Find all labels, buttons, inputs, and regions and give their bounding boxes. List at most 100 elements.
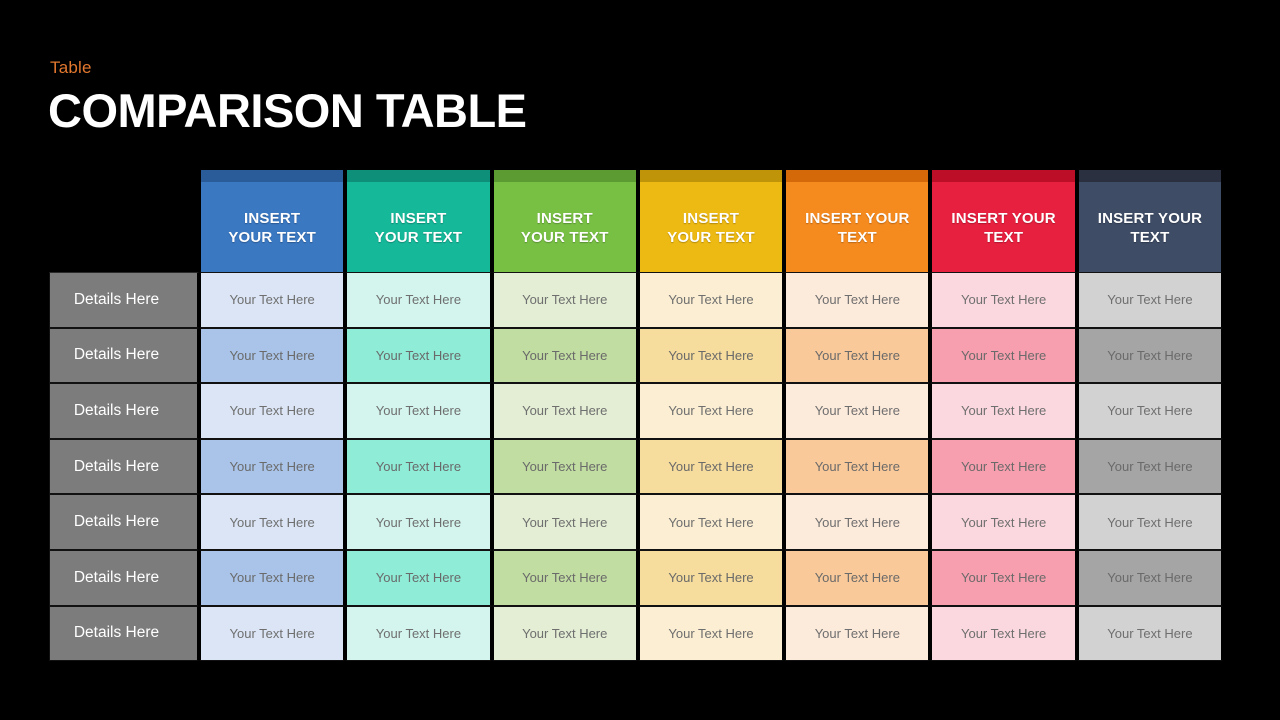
column-header-label-line1: INSERT YOUR xyxy=(1097,210,1203,227)
column-header-accent-bar xyxy=(347,170,490,182)
table-cell[interactable]: Your Text Here xyxy=(1076,605,1224,662)
table-cell[interactable]: Your Text Here xyxy=(784,272,931,328)
table-column-header-4[interactable]: INSERT YOUR TEXT xyxy=(637,170,785,272)
table-cell[interactable]: Your Text Here xyxy=(491,549,638,606)
slide-eyebrow: Table xyxy=(50,58,92,77)
column-header-label-line2: TEXT xyxy=(837,229,877,246)
table-column-header-5[interactable]: INSERT YOUR TEXT xyxy=(784,170,931,272)
table-row: Details Here Your Text Here Your Text Here… xyxy=(49,327,1224,384)
table-cell[interactable]: Your Text Here xyxy=(1076,272,1224,328)
table-cell[interactable]: Your Text Here xyxy=(1076,494,1224,550)
table-cell[interactable]: Your Text Here xyxy=(930,494,1077,550)
table-row: Details Here Your Text Here Your Text Here… xyxy=(49,494,1224,550)
column-header-label: INSERT YOUR TEXT xyxy=(494,195,636,247)
table-cell[interactable]: Your Text Here xyxy=(784,383,931,439)
table-body: Details Here Your Text Here Your Text Here… xyxy=(49,272,1224,662)
table-cell[interactable]: Your Text Here xyxy=(345,383,492,439)
table-cell[interactable]: Your Text Here xyxy=(345,494,492,550)
column-header-label: INSERT YOUR TEXT xyxy=(201,195,343,247)
table-cell[interactable]: Your Text Here xyxy=(199,438,346,495)
column-header-label-line2: YOUR TEXT xyxy=(228,229,316,246)
table-column-header-1[interactable]: INSERT YOUR TEXT xyxy=(199,170,346,272)
row-label-cell[interactable]: Details Here xyxy=(49,494,199,550)
table-column-header-6[interactable]: INSERT YOUR TEXT xyxy=(930,170,1077,272)
column-header-label: INSERT YOUR TEXT xyxy=(347,195,489,247)
table-header: INSERT YOUR TEXT INSERT YOUR TEXT INSERT YOUR… xyxy=(49,170,1224,272)
slide-canvas: Table COMPARISON TABLE INSERT YOUR TEXT IN… xyxy=(0,0,1280,720)
table-column-header-7[interactable]: INSERT YOUR TEXT xyxy=(1076,170,1224,272)
table-column-header-2[interactable]: INSERT YOUR TEXT xyxy=(345,170,492,272)
row-label-cell[interactable]: Details Here xyxy=(49,605,199,662)
table-cell[interactable]: Your Text Here xyxy=(345,549,492,606)
table-cell[interactable]: Your Text Here xyxy=(345,272,492,328)
table-cell[interactable]: Your Text Here xyxy=(930,272,1077,328)
column-header-label-line2: YOUR TEXT xyxy=(374,229,463,246)
table-row: Details Here Your Text Here Your Text Here… xyxy=(49,549,1224,606)
table-cell[interactable]: Your Text Here xyxy=(1076,383,1224,439)
table-cell[interactable]: Your Text Here xyxy=(199,272,346,328)
table-cell[interactable]: Your Text Here xyxy=(345,438,492,495)
table-cell[interactable]: Your Text Here xyxy=(491,272,638,328)
column-header-accent-bar xyxy=(493,170,636,182)
row-label-cell[interactable]: Details Here xyxy=(49,327,199,384)
table-row: Details Here Your Text Here Your Text Here… xyxy=(49,605,1224,662)
table-cell[interactable]: Your Text Here xyxy=(637,605,785,662)
table-cell[interactable]: Your Text Here xyxy=(491,327,638,384)
table-row: Details Here Your Text Here Your Text Here… xyxy=(49,383,1224,439)
table-cell[interactable]: Your Text Here xyxy=(784,494,931,550)
table-cell[interactable]: Your Text Here xyxy=(491,494,638,550)
column-header-accent-bar xyxy=(786,170,929,182)
column-header-label-line2: YOUR TEXT xyxy=(520,229,609,246)
column-header-label-line1: INSERT xyxy=(244,210,301,227)
table-cell[interactable]: Your Text Here xyxy=(491,605,638,662)
table-cell[interactable]: Your Text Here xyxy=(930,438,1077,495)
table-cell[interactable]: Your Text Here xyxy=(930,605,1077,662)
column-header-accent-bar xyxy=(1078,170,1222,182)
table-row: Details Here Your Text Here Your Text Here… xyxy=(49,438,1224,495)
table-cell[interactable]: Your Text Here xyxy=(930,327,1077,384)
page-title: COMPARISON TABLE xyxy=(48,84,527,137)
table-cell[interactable]: Your Text Here xyxy=(1076,549,1224,606)
table-cell[interactable]: Your Text Here xyxy=(637,549,785,606)
column-header-accent-bar xyxy=(201,170,344,182)
table-cell[interactable]: Your Text Here xyxy=(784,549,931,606)
row-label-cell[interactable]: Details Here xyxy=(49,549,199,606)
table-cell[interactable]: Your Text Here xyxy=(784,605,931,662)
table-cell[interactable]: Your Text Here xyxy=(199,327,346,384)
table-cell[interactable]: Your Text Here xyxy=(637,494,785,550)
table-cell[interactable]: Your Text Here xyxy=(930,383,1077,439)
table-cell[interactable]: Your Text Here xyxy=(930,549,1077,606)
column-header-label-line1: INSERT xyxy=(682,210,740,227)
column-header-label: INSERT YOUR TEXT xyxy=(932,195,1074,247)
column-header-label-line2: YOUR TEXT xyxy=(667,229,755,246)
table-cell[interactable]: Your Text Here xyxy=(491,383,638,439)
table-cell[interactable]: Your Text Here xyxy=(1076,327,1224,384)
table-column-header-3[interactable]: INSERT YOUR TEXT xyxy=(491,170,638,272)
column-header-label-line1: INSERT YOUR xyxy=(951,210,1056,227)
column-header-label-line2: TEXT xyxy=(984,229,1024,246)
row-label-cell[interactable]: Details Here xyxy=(49,438,199,495)
table-cell[interactable]: Your Text Here xyxy=(199,605,346,662)
column-header-accent-bar xyxy=(639,170,783,182)
table-cell[interactable]: Your Text Here xyxy=(345,605,492,662)
table-cell[interactable]: Your Text Here xyxy=(199,494,346,550)
row-label-cell[interactable]: Details Here xyxy=(49,383,199,439)
table-cell[interactable]: Your Text Here xyxy=(637,327,785,384)
table-cell[interactable]: Your Text Here xyxy=(491,438,638,495)
table-cell[interactable]: Your Text Here xyxy=(784,327,931,384)
column-header-label: INSERT YOUR TEXT xyxy=(640,195,782,247)
column-header-label-line1: INSERT YOUR xyxy=(805,210,910,227)
table-cell[interactable]: Your Text Here xyxy=(1076,438,1224,495)
comparison-table-wrap: INSERT YOUR TEXT INSERT YOUR TEXT INSERT YOUR… xyxy=(49,170,1224,662)
column-header-label-line1: INSERT xyxy=(536,210,593,227)
column-header-label-line2: TEXT xyxy=(1130,229,1170,246)
table-cell[interactable]: Your Text Here xyxy=(199,549,346,606)
table-cell[interactable]: Your Text Here xyxy=(199,383,346,439)
row-label-cell[interactable]: Details Here xyxy=(49,272,199,328)
table-cell[interactable]: Your Text Here xyxy=(637,383,785,439)
table-cell[interactable]: Your Text Here xyxy=(784,438,931,495)
table-cell[interactable]: Your Text Here xyxy=(637,272,785,328)
table-cell[interactable]: Your Text Here xyxy=(637,438,785,495)
table-cell[interactable]: Your Text Here xyxy=(345,327,492,384)
column-header-label-line1: INSERT xyxy=(390,210,447,227)
